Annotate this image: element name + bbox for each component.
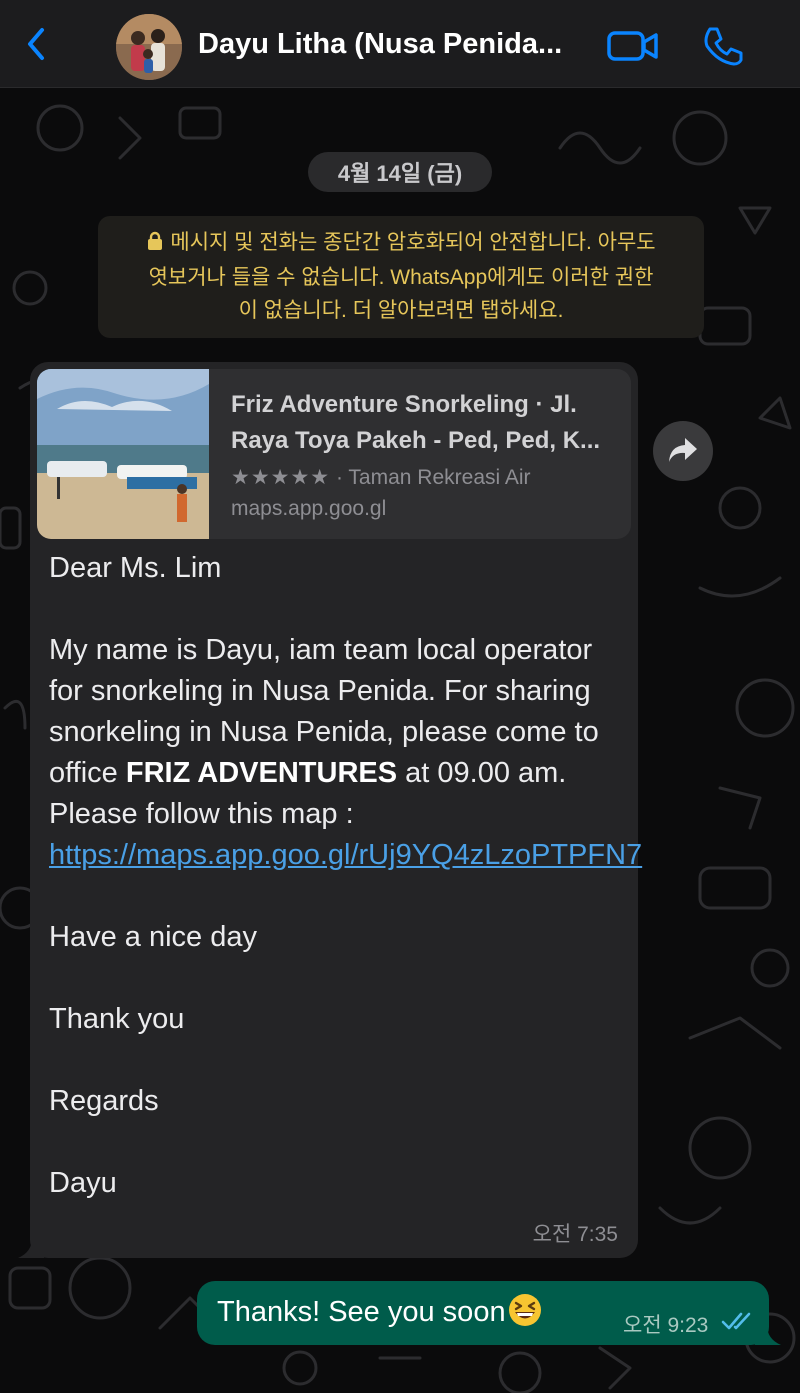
- notice-line-3: 이 없습니다. 더 알아보려면 탭하세요.: [238, 299, 564, 322]
- chat-title[interactable]: Dayu Litha (Nusa Penida...: [198, 28, 578, 61]
- outgoing-message-bubble[interactable]: Thanks! See you soon 오전 9:23: [197, 1281, 781, 1345]
- signature-line: Dayu: [49, 1167, 117, 1199]
- office-name: FRIZ ADVENTURES: [125, 757, 398, 789]
- notice-line-1: 메시지 및 전화는 종단간 암호화되어 안전합니다. 아무도: [116, 226, 686, 261]
- preview-thumbnail: [37, 369, 209, 539]
- double-check-read-icon: [721, 1312, 751, 1330]
- bubble-tail: [755, 1325, 781, 1345]
- lock-icon: [146, 228, 164, 261]
- bubble-tail: [18, 1238, 44, 1258]
- preview-domain: maps.app.goo.gl: [231, 497, 387, 520]
- greeting: Dear Ms. Lim: [49, 552, 222, 584]
- phone-icon[interactable]: [700, 24, 744, 68]
- link-preview-card[interactable]: Friz Adventure Snorkeling · Jl. Raya Toy…: [37, 369, 631, 539]
- message-text: Dear Ms. Lim My name is Dayu, iam team l…: [49, 548, 643, 1204]
- encryption-notice[interactable]: 메시지 및 전화는 종단간 암호화되어 안전합니다. 아무도 엿보거나 들을 수…: [98, 216, 704, 338]
- regards-line: Regards: [49, 1085, 159, 1117]
- date-separator: 4월 14일 (금): [308, 152, 492, 192]
- preview-rating: ★★★★★ · Taman Rekreasi Air: [231, 466, 531, 489]
- preview-title: Friz Adventure Snorkeling · Jl. Raya Toy…: [231, 391, 601, 454]
- message-timestamp: 오전 9:23: [623, 1314, 709, 1337]
- notice-line-2: 엿보거나 들을 수 없습니다. WhatsApp에게도 이러한 권한: [148, 266, 654, 289]
- incoming-message-bubble[interactable]: Friz Adventure Snorkeling · Jl. Raya Toy…: [18, 362, 643, 1258]
- closing-line: Have a nice day: [49, 921, 257, 953]
- outgoing-text: Thanks! See you soon: [217, 1293, 542, 1329]
- chat-header: Dayu Litha (Nusa Penida...: [0, 0, 800, 88]
- chevron-left-icon[interactable]: [18, 24, 58, 64]
- message-timestamp: 오전 7:35: [532, 1223, 618, 1246]
- grinning-squinting-face-icon: [508, 1294, 541, 1326]
- star-rating-icon: ★★★★★: [231, 466, 331, 489]
- maps-link[interactable]: https://maps.app.goo.gl/rUj9YQ4zLzoPTPFN…: [49, 839, 642, 871]
- avatar[interactable]: [116, 14, 182, 80]
- forward-arrow-icon: [669, 438, 697, 462]
- body-paragraph: My name is Dayu, iam team local operator…: [49, 634, 643, 871]
- thanks-line: Thank you: [49, 1003, 185, 1035]
- forward-button[interactable]: [653, 421, 713, 481]
- video-camera-icon[interactable]: [606, 26, 660, 66]
